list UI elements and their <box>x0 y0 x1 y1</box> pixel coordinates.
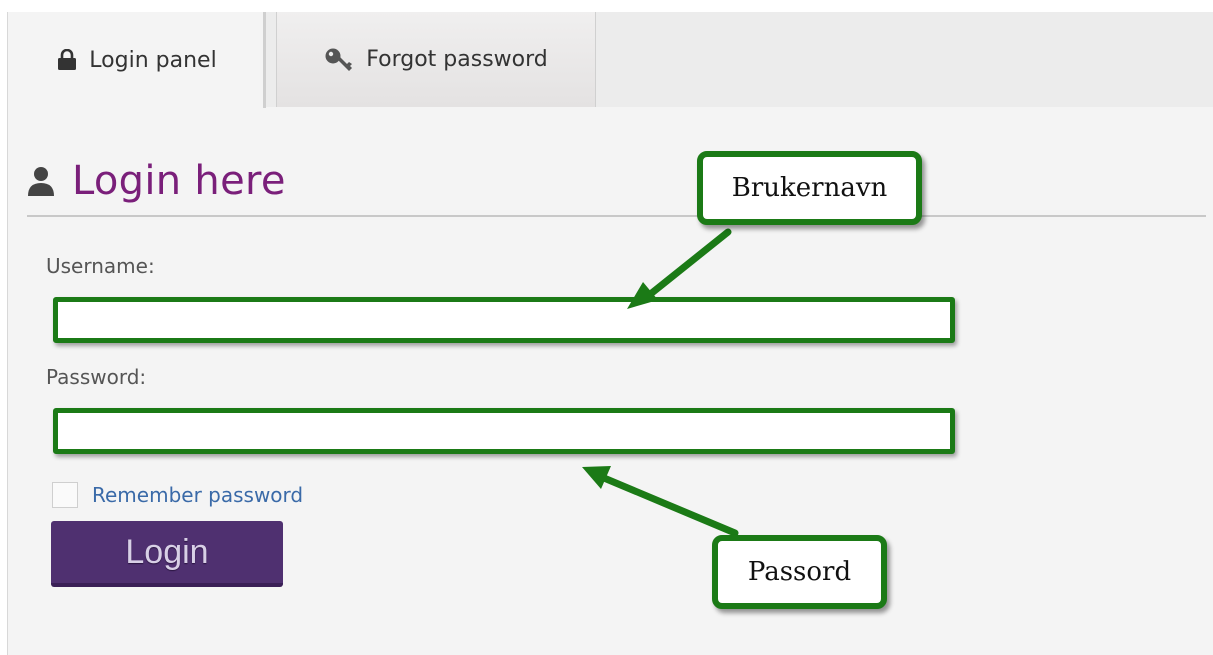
arrow-to-password <box>582 466 739 537</box>
password-annotation: Passord <box>712 535 887 609</box>
annotation-arrows <box>582 228 739 537</box>
arrow-to-username <box>627 228 732 309</box>
username-annotation: Brukernavn <box>697 151 922 225</box>
